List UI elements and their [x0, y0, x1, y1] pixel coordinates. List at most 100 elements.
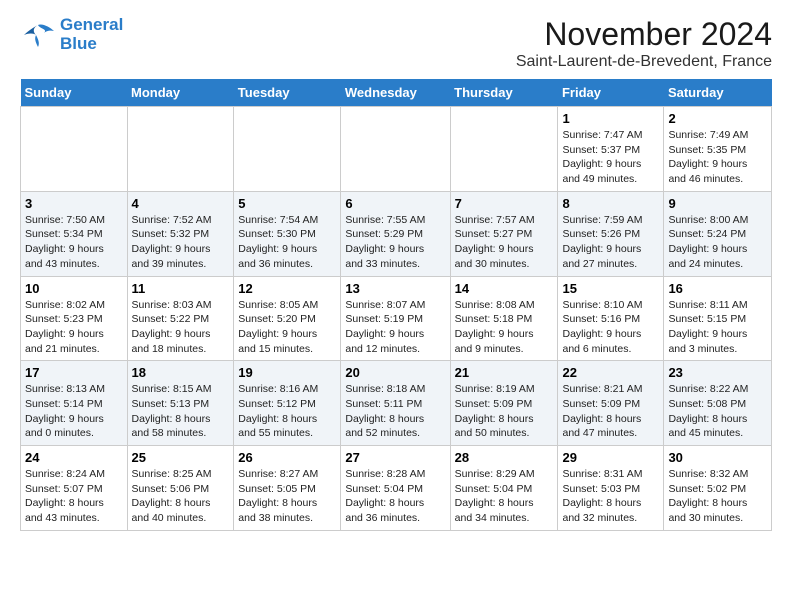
day-info: Sunrise: 8:02 AMSunset: 5:23 PMDaylight:… [25, 298, 123, 357]
day-info: Sunrise: 7:59 AMSunset: 5:26 PMDaylight:… [562, 213, 659, 272]
day-number: 24 [25, 450, 123, 465]
day-info: Sunrise: 8:21 AMSunset: 5:09 PMDaylight:… [562, 382, 659, 441]
day-info: Sunrise: 7:55 AMSunset: 5:29 PMDaylight:… [345, 213, 445, 272]
day-number: 20 [345, 365, 445, 380]
calendar-cell: 20 Sunrise: 8:18 AMSunset: 5:11 PMDayligh… [341, 361, 450, 446]
day-number: 10 [25, 281, 123, 296]
day-number: 23 [668, 365, 767, 380]
calendar-cell: 8 Sunrise: 7:59 AMSunset: 5:26 PMDaylight… [558, 191, 664, 276]
header: General Blue November 2024 Saint-Laurent… [20, 16, 772, 71]
day-info: Sunrise: 8:27 AMSunset: 5:05 PMDaylight:… [238, 467, 336, 526]
day-info: Sunrise: 8:08 AMSunset: 5:18 PMDaylight:… [455, 298, 554, 357]
calendar-cell: 7 Sunrise: 7:57 AMSunset: 5:27 PMDaylight… [450, 191, 558, 276]
day-number: 27 [345, 450, 445, 465]
calendar-cell: 29 Sunrise: 8:31 AMSunset: 5:03 PMDayligh… [558, 446, 664, 531]
day-info: Sunrise: 8:07 AMSunset: 5:19 PMDaylight:… [345, 298, 445, 357]
calendar-cell: 24 Sunrise: 8:24 AMSunset: 5:07 PMDayligh… [21, 446, 128, 531]
calendar-cell: 5 Sunrise: 7:54 AMSunset: 5:30 PMDaylight… [234, 191, 341, 276]
day-number: 8 [562, 196, 659, 211]
calendar-cell: 15Sunrise: 8:10 AMSunset: 5:16 PMDayligh… [558, 276, 664, 361]
day-number: 29 [562, 450, 659, 465]
day-info: Sunrise: 7:49 AMSunset: 5:35 PMDaylight:… [668, 128, 767, 187]
day-info: Sunrise: 8:19 AMSunset: 5:09 PMDaylight:… [455, 382, 554, 441]
logo: General Blue [20, 16, 123, 53]
day-number: 9 [668, 196, 767, 211]
calendar-cell [21, 107, 128, 192]
week-row-1: 1 Sunrise: 7:47 AMSunset: 5:37 PMDaylight… [21, 107, 772, 192]
day-info: Sunrise: 8:18 AMSunset: 5:11 PMDaylight:… [345, 382, 445, 441]
header-sunday: Sunday [21, 79, 128, 107]
day-number: 14 [455, 281, 554, 296]
logo-icon [20, 21, 56, 49]
main-title: November 2024 [516, 16, 772, 53]
calendar-cell: 9 Sunrise: 8:00 AMSunset: 5:24 PMDaylight… [664, 191, 772, 276]
day-info: Sunrise: 8:05 AMSunset: 5:20 PMDaylight:… [238, 298, 336, 357]
header-row: Sunday Monday Tuesday Wednesday Thursday… [21, 79, 772, 107]
day-info: Sunrise: 8:11 AMSunset: 5:15 PMDaylight:… [668, 298, 767, 357]
day-number: 18 [132, 365, 230, 380]
calendar-cell: 22Sunrise: 8:21 AMSunset: 5:09 PMDayligh… [558, 361, 664, 446]
header-monday: Monday [127, 79, 234, 107]
calendar-cell: 6 Sunrise: 7:55 AMSunset: 5:29 PMDaylight… [341, 191, 450, 276]
logo-text: General Blue [60, 16, 123, 53]
day-info: Sunrise: 8:03 AMSunset: 5:22 PMDaylight:… [132, 298, 230, 357]
logo-general: General [60, 15, 123, 34]
day-number: 25 [132, 450, 230, 465]
day-number: 21 [455, 365, 554, 380]
day-info: Sunrise: 8:29 AMSunset: 5:04 PMDaylight:… [455, 467, 554, 526]
day-info: Sunrise: 8:32 AMSunset: 5:02 PMDaylight:… [668, 467, 767, 526]
day-number: 15 [562, 281, 659, 296]
day-info: Sunrise: 7:47 AMSunset: 5:37 PMDaylight:… [562, 128, 659, 187]
calendar-cell: 27Sunrise: 8:28 AMSunset: 5:04 PMDayligh… [341, 446, 450, 531]
calendar-cell: 4Sunrise: 7:52 AMSunset: 5:32 PMDaylight… [127, 191, 234, 276]
calendar-cell [127, 107, 234, 192]
calendar-cell: 13 Sunrise: 8:07 AMSunset: 5:19 PMDayligh… [341, 276, 450, 361]
day-info: Sunrise: 7:54 AMSunset: 5:30 PMDaylight:… [238, 213, 336, 272]
page: General Blue November 2024 Saint-Laurent… [0, 0, 792, 547]
day-number: 1 [562, 111, 659, 126]
day-number: 2 [668, 111, 767, 126]
day-info: Sunrise: 8:31 AMSunset: 5:03 PMDaylight:… [562, 467, 659, 526]
day-number: 28 [455, 450, 554, 465]
calendar-cell: 3Sunrise: 7:50 AMSunset: 5:34 PMDaylight… [21, 191, 128, 276]
day-info: Sunrise: 8:22 AMSunset: 5:08 PMDaylight:… [668, 382, 767, 441]
day-info: Sunrise: 7:52 AMSunset: 5:32 PMDaylight:… [132, 213, 230, 272]
header-wednesday: Wednesday [341, 79, 450, 107]
day-number: 13 [345, 281, 445, 296]
calendar-cell: 1 Sunrise: 7:47 AMSunset: 5:37 PMDaylight… [558, 107, 664, 192]
day-number: 16 [668, 281, 767, 296]
day-number: 6 [345, 196, 445, 211]
header-thursday: Thursday [450, 79, 558, 107]
calendar-cell: 14 Sunrise: 8:08 AMSunset: 5:18 PMDayligh… [450, 276, 558, 361]
calendar-cell [450, 107, 558, 192]
title-area: November 2024 Saint-Laurent-de-Brevedent… [516, 16, 772, 71]
day-number: 30 [668, 450, 767, 465]
sub-title: Saint-Laurent-de-Brevedent, France [516, 53, 772, 71]
day-number: 26 [238, 450, 336, 465]
week-row-4: 17Sunrise: 8:13 AMSunset: 5:14 PMDayligh… [21, 361, 772, 446]
week-row-5: 24 Sunrise: 8:24 AMSunset: 5:07 PMDayligh… [21, 446, 772, 531]
calendar-cell: 16 Sunrise: 8:11 AMSunset: 5:15 PMDayligh… [664, 276, 772, 361]
week-row-3: 10 Sunrise: 8:02 AMSunset: 5:23 PMDayligh… [21, 276, 772, 361]
day-number: 12 [238, 281, 336, 296]
calendar-cell: 21 Sunrise: 8:19 AMSunset: 5:09 PMDayligh… [450, 361, 558, 446]
day-number: 11 [132, 281, 230, 296]
week-row-2: 3Sunrise: 7:50 AMSunset: 5:34 PMDaylight… [21, 191, 772, 276]
calendar-cell: 2 Sunrise: 7:49 AMSunset: 5:35 PMDaylight… [664, 107, 772, 192]
header-tuesday: Tuesday [234, 79, 341, 107]
day-info: Sunrise: 8:00 AMSunset: 5:24 PMDaylight:… [668, 213, 767, 272]
calendar-cell: 19Sunrise: 8:16 AMSunset: 5:12 PMDayligh… [234, 361, 341, 446]
day-info: Sunrise: 8:24 AMSunset: 5:07 PMDaylight:… [25, 467, 123, 526]
day-number: 5 [238, 196, 336, 211]
day-number: 19 [238, 365, 336, 380]
calendar-cell: 28 Sunrise: 8:29 AMSunset: 5:04 PMDayligh… [450, 446, 558, 531]
calendar-cell: 23 Sunrise: 8:22 AMSunset: 5:08 PMDayligh… [664, 361, 772, 446]
day-info: Sunrise: 7:57 AMSunset: 5:27 PMDaylight:… [455, 213, 554, 272]
calendar-cell: 25 Sunrise: 8:25 AMSunset: 5:06 PMDayligh… [127, 446, 234, 531]
header-saturday: Saturday [664, 79, 772, 107]
calendar-cell: 11 Sunrise: 8:03 AMSunset: 5:22 PMDayligh… [127, 276, 234, 361]
calendar-cell: 18Sunrise: 8:15 AMSunset: 5:13 PMDayligh… [127, 361, 234, 446]
day-info: Sunrise: 8:25 AMSunset: 5:06 PMDaylight:… [132, 467, 230, 526]
day-number: 7 [455, 196, 554, 211]
day-number: 3 [25, 196, 123, 211]
